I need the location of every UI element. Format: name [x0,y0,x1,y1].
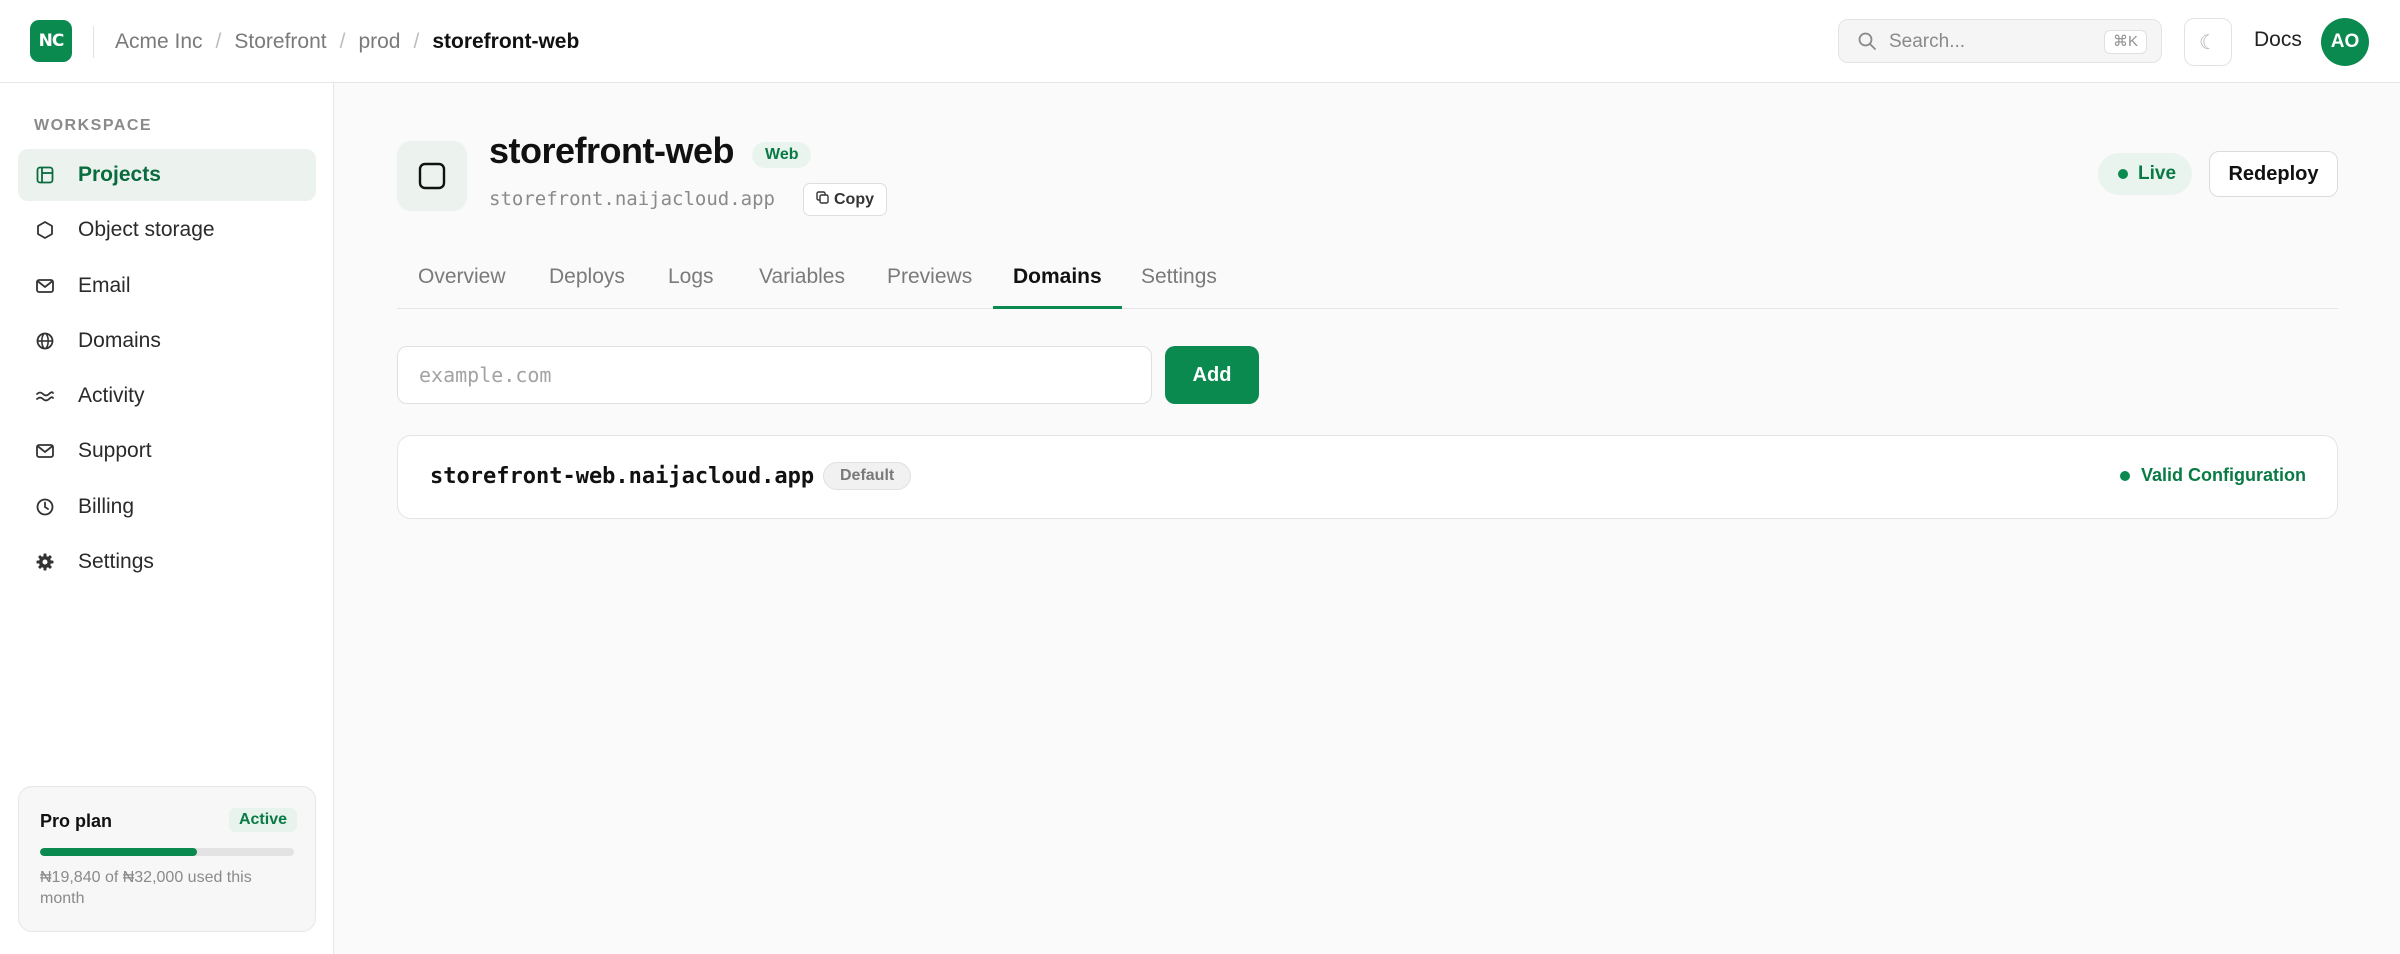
sidebar-item-label: Support [78,439,152,463]
copy-domain-button[interactable]: Copy [803,183,887,216]
sidebar-item-label: Email [78,273,131,297]
hexagon-icon [34,219,56,241]
project-domain[interactable]: storefront.naijacloud.app [489,188,775,210]
app-logo[interactable]: NC [30,20,72,62]
tab-variables[interactable]: Variables [759,251,845,309]
sidebar-item-label: Projects [78,163,161,186]
plan-usage-fill [40,848,198,856]
plan-status-badge: Active [228,808,297,832]
search-box[interactable]: Search... ⌘K [1838,19,2162,63]
sidebar-item-billing[interactable]: Billing [18,481,316,533]
tab-overview[interactable]: Overview [418,251,506,309]
breadcrumb-item-environment[interactable]: prod [358,30,400,54]
domain-status-label: Valid Configuration [2141,465,2306,485]
search-placeholder: Search... [1889,31,1966,52]
globe-icon [34,330,56,352]
top-bar: NC Acme Inc / Storefront / prod / storef… [0,0,2400,83]
breadcrumb-item-org[interactable]: Acme Inc [115,30,203,54]
domain-row: storefront-web.naijacloud.app Default Va… [397,435,2338,519]
sidebar-item-label: Billing [78,494,135,518]
tab-settings[interactable]: Settings [1141,251,1217,309]
search-icon [1857,31,1877,56]
tab-logs[interactable]: Logs [668,251,714,309]
header-divider [93,26,94,58]
plan-usage-bar [40,848,294,856]
sidebar-section-label: WORKSPACE [34,117,153,134]
breadcrumb-separator: / [413,29,420,53]
copy-label: Copy [834,190,874,208]
sidebar-item-label: Object storage [78,218,215,242]
page-title: storefront-web [489,130,735,171]
mail-icon [34,440,56,462]
plan-usage-text: ₦19,840 of ₦32,000 used this month [40,869,252,907]
projects-icon [34,164,56,186]
plan-card: Pro plan Active ₦19,840 of ₦32,000 used … [18,786,316,932]
default-badge: Default [823,462,912,490]
sidebar-item-label: Domains [78,328,161,352]
tab-deploys[interactable]: Deploys [549,251,625,309]
sidebar-item-label: Settings [78,550,154,574]
sidebar-item-label: Activity [78,384,145,408]
status-label: Live [2138,163,2177,184]
plan-name: Pro plan [40,811,113,831]
redeploy-button[interactable]: Redeploy [2209,151,2338,197]
sidebar-item-email[interactable]: Email [18,260,316,312]
moon-icon: ☾ [2199,30,2217,54]
breadcrumb-separator: / [215,29,222,53]
breadcrumb-item-service[interactable]: storefront-web [432,30,579,54]
project-icon [397,141,467,211]
deploy-status-badge: Live [2098,153,2193,195]
sidebar-item-activity[interactable]: Activity [18,370,316,422]
status-dot [2120,470,2130,481]
gear-icon [34,551,56,573]
project-tabs: Overview Deploys Logs Variables Previews… [397,251,2338,309]
user-avatar[interactable]: AO [2321,18,2369,66]
clock-icon [34,496,56,518]
theme-toggle-button[interactable]: ☾ [2184,18,2232,66]
breadcrumb-separator: / [339,29,346,53]
search-shortcut-hint: ⌘K [2103,30,2147,54]
add-domain-button[interactable]: Add [1165,346,1259,404]
sidebar-item-object-storage[interactable]: Object storage [18,204,316,256]
status-dot [2118,169,2128,179]
domain-input[interactable] [397,346,1152,404]
tab-domains[interactable]: Domains [993,251,1122,309]
sidebar-item-projects[interactable]: Projects [18,149,316,201]
sidebar-nav: Projects Object storage Email Domains Ac… [18,149,316,591]
domain-config-status: Valid Configuration [2120,465,2306,486]
docs-link[interactable]: Docs [2254,28,2302,52]
sidebar: WORKSPACE Projects Object storage Email … [0,83,334,954]
copy-icon [816,190,829,209]
sidebar-item-support[interactable]: Support [18,425,316,477]
sidebar-item-domains[interactable]: Domains [18,315,316,367]
sidebar-item-settings[interactable]: Settings [18,536,316,588]
activity-icon [34,385,56,407]
breadcrumb-item-project[interactable]: Storefront [234,30,326,54]
mail-icon [34,275,56,297]
domain-name[interactable]: storefront-web.naijacloud.app [430,464,814,489]
project-type-badge: Web [752,142,812,168]
breadcrumb: Acme Inc / Storefront / prod / storefron… [115,0,579,83]
tab-previews[interactable]: Previews [887,251,972,309]
